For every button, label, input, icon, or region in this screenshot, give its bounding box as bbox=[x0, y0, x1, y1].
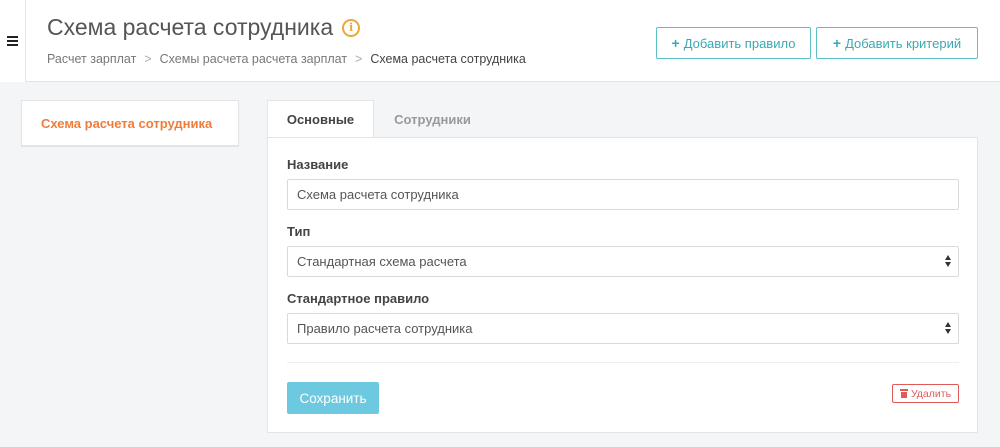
standard-rule-label: Стандартное правило bbox=[287, 291, 430, 306]
delete-label: Удалить bbox=[910, 387, 952, 400]
breadcrumb-separator: > bbox=[144, 52, 152, 66]
tab-employees[interactable]: Сотрудники bbox=[374, 100, 491, 138]
save-button[interactable]: Сохранить bbox=[287, 382, 379, 414]
type-select[interactable]: Стандартная схема расчета bbox=[287, 246, 959, 277]
divider bbox=[287, 362, 959, 363]
standard-rule-select[interactable]: Правило расчета сотрудника bbox=[287, 313, 959, 344]
sidebar-item-label: Схема расчета сотрудника bbox=[41, 115, 213, 131]
info-icon[interactable]: i bbox=[342, 18, 361, 37]
page-header: Схема расчета сотрудника i Расчет зарпла… bbox=[0, 0, 1000, 82]
breadcrumb-item-payroll[interactable]: Расчет зарплат bbox=[47, 52, 136, 66]
standard-rule-select-value: Правило расчета сотрудника bbox=[297, 321, 473, 336]
page-title: Схема расчета сотрудника i bbox=[47, 14, 361, 41]
name-label: Название bbox=[287, 157, 349, 172]
tab-bar: Основные Сотрудники bbox=[267, 100, 491, 138]
plus-icon: + bbox=[671, 35, 680, 51]
select-arrows-icon bbox=[944, 322, 951, 334]
hamburger-icon bbox=[7, 34, 18, 48]
breadcrumb-item-current: Схема расчета сотрудника bbox=[370, 52, 526, 66]
breadcrumb-item-schemes[interactable]: Схемы расчета расчета зарплат bbox=[160, 52, 347, 66]
type-select-value: Стандартная схема расчета bbox=[297, 254, 467, 269]
sidebar-item-scheme[interactable]: Схема расчета сотрудника bbox=[21, 100, 239, 147]
plus-icon: + bbox=[832, 35, 842, 51]
form-panel: Название Тип Стандартная схема расчета С… bbox=[267, 137, 978, 433]
add-criterion-label: Добавить критерий bbox=[845, 35, 962, 51]
add-rule-button[interactable]: + Добавить правило bbox=[656, 27, 811, 59]
name-input[interactable] bbox=[287, 179, 959, 210]
menu-toggle-button[interactable] bbox=[0, 0, 26, 82]
select-arrows-icon bbox=[944, 255, 951, 267]
tab-main[interactable]: Основные bbox=[267, 100, 374, 138]
trash-icon bbox=[899, 389, 908, 398]
breadcrumb: Расчет зарплат > Схемы расчета расчета з… bbox=[47, 52, 526, 66]
page-title-text: Схема расчета сотрудника bbox=[47, 14, 334, 40]
breadcrumb-separator: > bbox=[355, 52, 363, 66]
type-label: Тип bbox=[287, 224, 311, 239]
add-rule-label: Добавить правило bbox=[683, 35, 796, 51]
add-criterion-button[interactable]: + Добавить критерий bbox=[816, 27, 978, 59]
delete-button[interactable]: Удалить bbox=[892, 384, 959, 403]
